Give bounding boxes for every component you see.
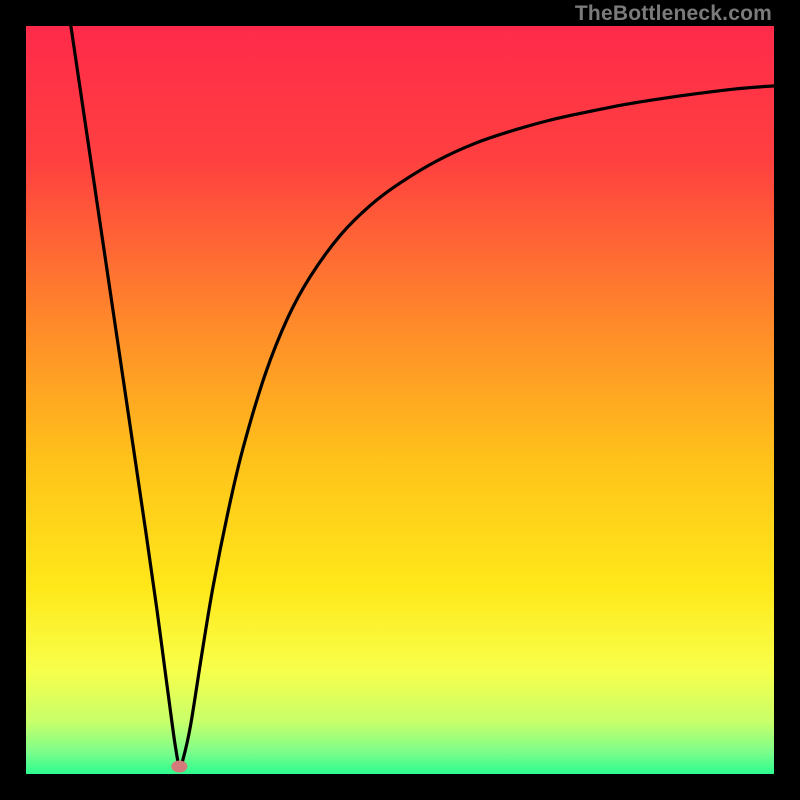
chart-frame: [26, 26, 774, 774]
chart-background: [26, 26, 774, 774]
chart-svg: [26, 26, 774, 774]
watermark-text: TheBottleneck.com: [575, 2, 772, 26]
optimum-marker: [171, 761, 187, 773]
